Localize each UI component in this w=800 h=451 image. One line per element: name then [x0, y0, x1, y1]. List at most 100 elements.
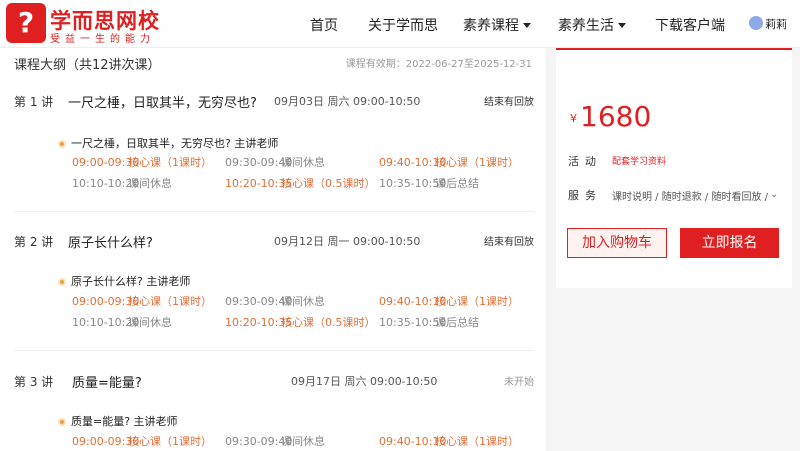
- teacher-text: 原子长什么样? 主讲老师: [71, 275, 191, 288]
- lesson-row[interactable]: 第 1 讲 一尺之棰，日取其半，无穷尽也? 09月03日 周六 09:00-10…: [14, 93, 534, 113]
- chevron-down-icon[interactable]: ⌄: [770, 189, 778, 200]
- divider: [14, 211, 534, 212]
- schedule-desc: 核心课（0.5课时）: [281, 177, 376, 190]
- lesson-date: 09月12日 周一 09:00-10:50: [274, 235, 421, 248]
- schedule-desc: 核心课（1课时）: [128, 156, 212, 169]
- schedule-time: 10:20-10:35: [225, 177, 293, 190]
- price-amount: 1680: [580, 100, 652, 133]
- schedule-item: 09:30-09:40课间休息: [225, 433, 325, 449]
- currency-symbol: ¥: [570, 112, 577, 125]
- schedule-item: 10:20-10:35核心课（0.5课时）: [225, 314, 376, 330]
- nav-life[interactable]: 素养生活: [558, 15, 626, 35]
- schedule-item: 10:35-10:50课后总结: [379, 314, 479, 330]
- schedule-time: 09:00-09:30: [72, 295, 140, 308]
- nav-about[interactable]: 关于学而思: [368, 15, 438, 35]
- outline-title: 课程大纲（共12讲次课）: [14, 58, 161, 73]
- logo-icon[interactable]: ?: [6, 3, 46, 43]
- schedule-time: 09:00-09:30: [72, 156, 140, 169]
- schedule-item: 09:40-10:10核心课（1课时）: [379, 154, 519, 170]
- teacher-line: 质量=能量? 主讲老师: [58, 413, 178, 429]
- activity-tag[interactable]: 配套学习资料: [612, 154, 666, 167]
- lesson-date: 09月17日 周六 09:00-10:50: [291, 375, 438, 388]
- schedule-desc: 课后总结: [435, 316, 479, 329]
- lesson-title: 一尺之棰，日取其半，无穷尽也?: [68, 96, 257, 111]
- nav-courses-label: 素养课程: [463, 18, 519, 34]
- schedule-desc: 核心课（1课时）: [128, 295, 212, 308]
- enroll-button[interactable]: 立即报名: [680, 228, 779, 258]
- schedule-item: 10:20-10:35核心课（0.5课时）: [225, 175, 376, 191]
- lesson-number: 第 1 讲: [14, 95, 54, 109]
- schedule-desc: 课间休息: [128, 177, 172, 190]
- schedule-time: 10:10-10:20: [72, 316, 140, 329]
- service-label: 服务: [568, 189, 602, 202]
- schedule-time: 09:30-09:40: [225, 156, 293, 169]
- schedule-desc: 课间休息: [128, 316, 172, 329]
- teacher-text: 一尺之棰，日取其半，无穷尽也? 主讲老师: [71, 137, 279, 150]
- schedule-desc: 课间休息: [281, 295, 325, 308]
- teacher-line: 原子长什么样? 主讲老师: [58, 273, 190, 289]
- add-to-cart-button[interactable]: 加入购物车: [567, 228, 667, 258]
- nav-life-label: 素养生活: [558, 18, 614, 34]
- service-text: 课时说明 / 随时退款 / 随时看回放 /: [612, 192, 769, 203]
- schedule-desc: 课间休息: [281, 156, 325, 169]
- avatar[interactable]: [749, 16, 763, 30]
- schedule-time: 10:20-10:35: [225, 316, 293, 329]
- schedule-time: 10:35-10:50: [379, 177, 447, 190]
- schedule-time: 09:00-09:30: [72, 435, 140, 448]
- logo-mark: ?: [17, 6, 35, 39]
- schedule-item: 10:10-10:20课间休息: [72, 314, 172, 330]
- lesson-title: 质量=能量?: [72, 376, 142, 391]
- bullet-icon: [58, 140, 66, 148]
- schedule-item: 09:30-09:40课间休息: [225, 154, 325, 170]
- schedule-time: 09:40-10:10: [379, 156, 447, 169]
- nav-home[interactable]: 首页: [310, 15, 338, 35]
- teacher-text: 质量=能量? 主讲老师: [71, 415, 178, 428]
- schedule-time: 09:30-09:40: [225, 295, 293, 308]
- lesson-row[interactable]: 第 3 讲 质量=能量? 09月17日 周六 09:00-10:50 未开始: [14, 373, 534, 393]
- schedule-item: 09:00-09:30核心课（1课时）: [72, 154, 212, 170]
- schedule-desc: 核心课（1课时）: [435, 435, 519, 448]
- top-header: ? 学而思网校 受益一生的能力 首页 关于学而思 素养课程 素养生活 下载客户端…: [0, 0, 800, 48]
- schedule-time: 10:10-10:20: [72, 177, 140, 190]
- validity-period: 课程有效期：2022-06-27至2025-12-31: [345, 59, 532, 70]
- lesson-date: 09月03日 周六 09:00-10:50: [274, 95, 421, 108]
- logo-slogan: 受益一生的能力: [50, 34, 155, 45]
- schedule-item: 09:30-09:40课间休息: [225, 293, 325, 309]
- lesson-row[interactable]: 第 2 讲 原子长什么样? 09月12日 周一 09:00-10:50 结束有回…: [14, 233, 534, 253]
- course-outline: 课程大纲（共12讲次课） 课程有效期：2022-06-27至2025-12-31…: [0, 48, 546, 451]
- schedule-desc: 核心课（1课时）: [435, 156, 519, 169]
- schedule-time: 10:35-10:50: [379, 316, 447, 329]
- lesson-title: 原子长什么样?: [68, 236, 153, 251]
- chevron-down-icon: [618, 23, 626, 28]
- price: ¥1680: [570, 100, 651, 133]
- lesson-number: 第 2 讲: [14, 235, 54, 249]
- chevron-down-icon: [523, 23, 531, 28]
- purchase-panel: ¥1680 活动 配套学习资料 服务 课时说明 / 随时退款 / 随时看回放 /…: [556, 48, 792, 288]
- nav-download[interactable]: 下载客户端: [655, 15, 725, 35]
- schedule-item: 09:00-09:30核心课（1课时）: [72, 293, 212, 309]
- bullet-icon: [58, 278, 66, 286]
- schedule-desc: 核心课（1课时）: [435, 295, 519, 308]
- schedule-desc: 核心课（1课时）: [128, 435, 212, 448]
- schedule-time: 09:40-10:10: [379, 295, 447, 308]
- teacher-line: 一尺之棰，日取其半，无穷尽也? 主讲老师: [58, 135, 278, 151]
- lesson-number: 第 3 讲: [14, 375, 54, 389]
- lesson-status: 未开始: [504, 377, 534, 388]
- schedule-item: 10:35-10:50课后总结: [379, 175, 479, 191]
- schedule-item: 09:00-09:30核心课（1课时）: [72, 433, 212, 449]
- schedule-desc: 课间休息: [281, 435, 325, 448]
- nav-courses[interactable]: 素养课程: [463, 15, 531, 35]
- schedule-item: 09:40-10:10核心课（1课时）: [379, 293, 519, 309]
- lesson-status[interactable]: 结束有回放: [484, 233, 534, 248]
- schedule-time: 09:30-09:40: [225, 435, 293, 448]
- lesson-status[interactable]: 结束有回放: [484, 93, 534, 108]
- username[interactable]: 莉莉: [765, 16, 787, 32]
- schedule-item: 10:10-10:20课间休息: [72, 175, 172, 191]
- schedule-desc: 课后总结: [435, 177, 479, 190]
- bullet-icon: [58, 418, 66, 426]
- schedule-item: 09:40-10:10核心课（1课时）: [379, 433, 519, 449]
- schedule-desc: 核心课（0.5课时）: [281, 316, 376, 329]
- divider: [14, 350, 534, 351]
- activity-label: 活动: [568, 155, 602, 168]
- schedule-time: 09:40-10:10: [379, 435, 447, 448]
